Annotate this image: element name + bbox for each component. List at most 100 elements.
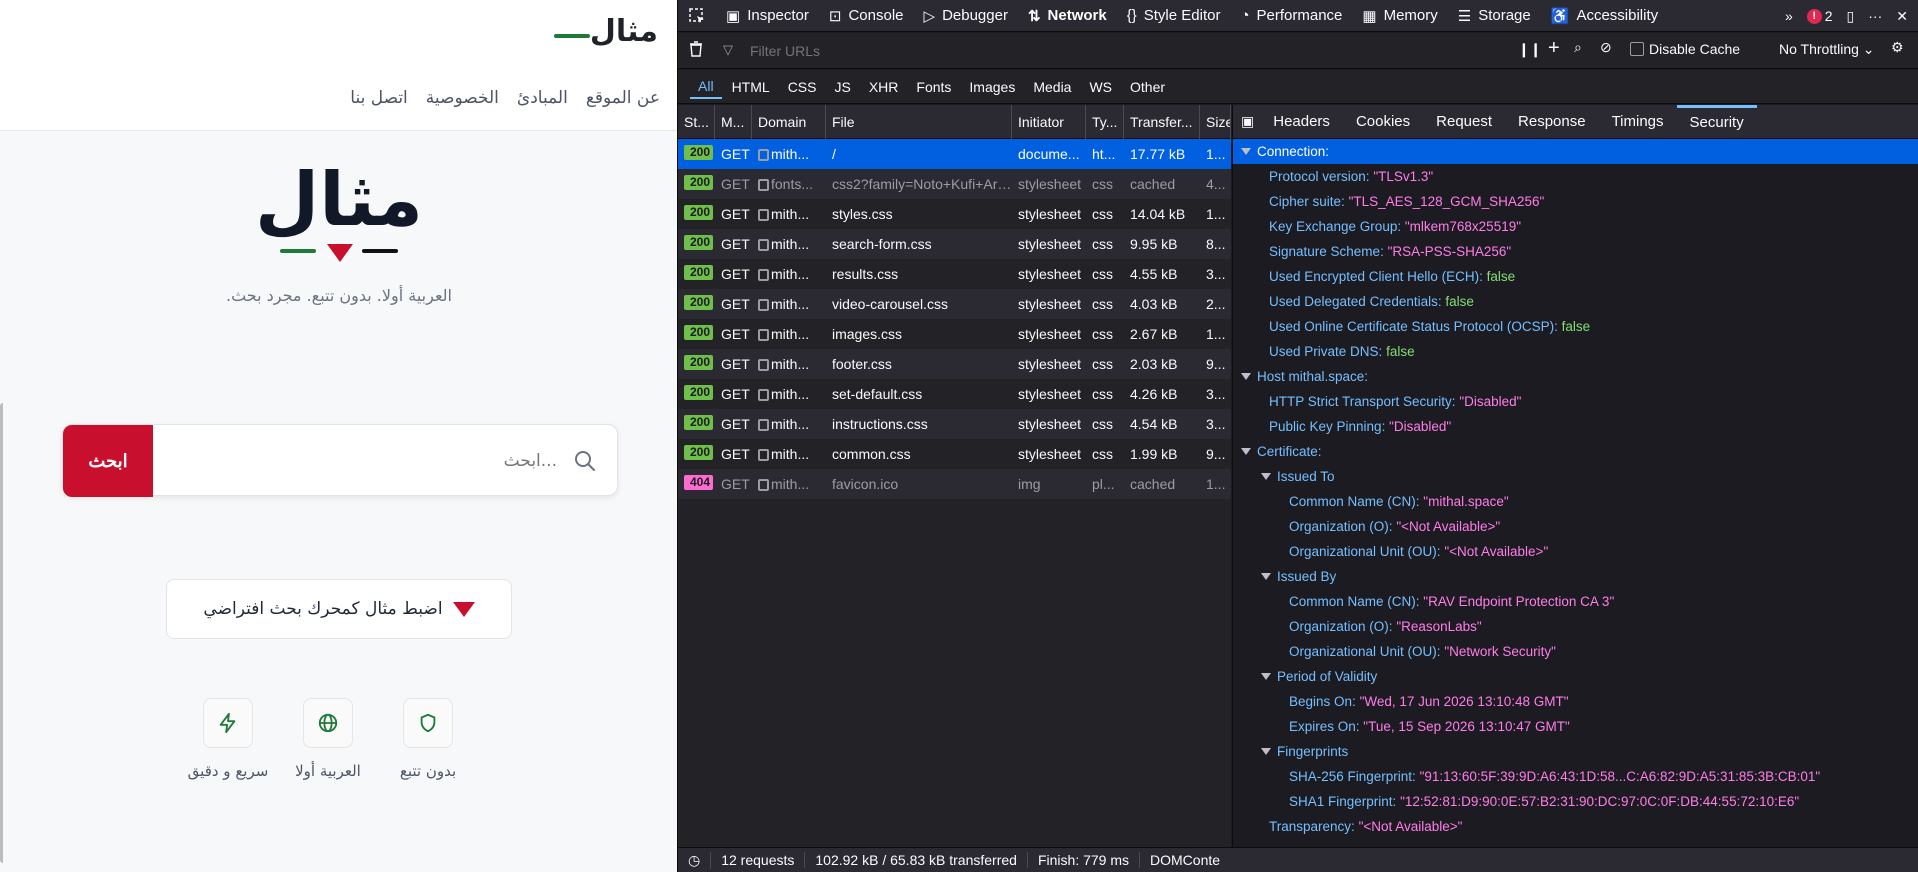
cell-status: 200	[678, 175, 715, 193]
table-row[interactable]: 200 GET mith... / docume... ht... 17.77 kB 1...	[678, 139, 1231, 169]
more-options-icon[interactable]: ···	[1868, 8, 1882, 24]
checkbox[interactable]	[1630, 42, 1644, 56]
tab-network[interactable]: ⇅ Network	[1018, 0, 1117, 32]
cell-transfer: 17.77 kB	[1130, 146, 1186, 162]
responsive-design-icon[interactable]: ▯	[1847, 8, 1855, 25]
col-method[interactable]: M...	[715, 105, 752, 139]
table-row[interactable]: 404 GET mith... favicon.ico img pl... cached 1.…	[678, 469, 1231, 499]
search-button[interactable]: ابحث	[63, 425, 153, 497]
tab-headers[interactable]: Headers	[1260, 105, 1343, 139]
pause-icon[interactable]: ❙❙	[1518, 41, 1541, 58]
tab-style-editor[interactable]: {} Style Editor	[1117, 0, 1231, 32]
cell-domain: mith...	[752, 146, 826, 162]
page-scroll-indicator	[0, 403, 8, 863]
tree-host[interactable]: Host mithal.space:	[1233, 364, 1918, 389]
tree-issued-to[interactable]: Issued To	[1233, 464, 1918, 489]
domain-text: mith...	[771, 296, 810, 312]
filter-media[interactable]: Media	[1025, 76, 1079, 98]
table-row[interactable]: 200 GET mith... results.css stylesheet css 4.5…	[678, 259, 1231, 289]
col-type[interactable]: Ty...	[1086, 105, 1124, 139]
table-row[interactable]: 200 GET fonts... css2?family=Noto+Kufi+Arab…	[678, 169, 1231, 199]
tab-response[interactable]: Response	[1505, 105, 1599, 139]
tab-storage[interactable]: ☰ Storage	[1448, 0, 1541, 32]
filter-images[interactable]: Images	[961, 76, 1023, 98]
col-status[interactable]: St...	[678, 105, 715, 139]
tree-certificate[interactable]: Certificate:	[1233, 439, 1918, 464]
table-row[interactable]: 200 GET mith... search-form.css stylesheet cs…	[678, 229, 1231, 259]
braces-icon: {}	[1126, 7, 1137, 24]
tree-validity[interactable]: Period of Validity	[1233, 664, 1918, 689]
tab-console[interactable]: ⊡ Console	[819, 0, 914, 32]
element-picker-button[interactable]	[678, 0, 716, 32]
disable-cache-toggle[interactable]: Disable Cache	[1630, 41, 1740, 57]
cell-status: 200	[678, 205, 715, 223]
filter-all[interactable]: All	[690, 75, 722, 99]
performance-analysis-icon[interactable]: ◷	[678, 851, 712, 869]
table-row[interactable]: 200 GET mith... set-default.css stylesheet cs…	[678, 379, 1231, 409]
devtools-toolbar: ▣ Inspector ⊡ Console ▷ Debugger ⇅ Network {…	[678, 0, 1918, 32]
cell-type: pl...	[1092, 476, 1115, 492]
tree-connection[interactable]: Connection:	[1233, 139, 1918, 164]
cell-file: search-form.css	[832, 236, 932, 252]
search-input[interactable]	[163, 445, 557, 477]
filter-ws[interactable]: WS	[1081, 76, 1120, 98]
col-domain[interactable]: Domain	[752, 105, 826, 139]
cell-transfer: 1.99 kB	[1130, 446, 1178, 462]
set-default-button[interactable]: اضبط مثال كمحرك بحث افتراضي	[166, 579, 512, 639]
tab-performance[interactable]: ◔ Performance	[1230, 0, 1352, 32]
lock-icon	[758, 479, 769, 491]
table-row[interactable]: 200 GET mith... instructions.css stylesheet c…	[678, 409, 1231, 439]
error-count[interactable]: ! 2	[1806, 8, 1833, 24]
toggle-sidebar-icon[interactable]: ▣	[1241, 113, 1254, 130]
tree-issued-by[interactable]: Issued By	[1233, 564, 1918, 589]
overflow-chevron-icon[interactable]: »	[1785, 8, 1793, 24]
throttling-select[interactable]: No Throttling ⌄	[1779, 41, 1875, 58]
filter-js[interactable]: JS	[826, 76, 858, 98]
nav-privacy[interactable]: الخصوصية	[426, 88, 499, 108]
search-icon[interactable]: ⌕	[1574, 39, 1582, 56]
cell-domain: mith...	[752, 236, 826, 252]
filter-xhr[interactable]: XHR	[861, 76, 907, 98]
table-row[interactable]: 200 GET mith... images.css stylesheet css 2.67…	[678, 319, 1231, 349]
table-row[interactable]: 200 GET mith... video-carousel.css styleshee…	[678, 289, 1231, 319]
col-initiator[interactable]: Initiator	[1012, 105, 1086, 139]
add-icon[interactable]: +	[1548, 37, 1560, 60]
tab-debugger[interactable]: ▷ Debugger	[914, 0, 1018, 32]
tab-timings[interactable]: Timings	[1599, 105, 1677, 139]
search-icon	[573, 449, 597, 477]
table-row[interactable]: 200 GET mith... common.css stylesheet css 1.99…	[678, 439, 1231, 469]
requests-table: St... M... Domain File Initiator Ty... T…	[678, 105, 1231, 847]
nav-about[interactable]: عن الموقع	[586, 88, 660, 108]
close-icon[interactable]: ✕	[1896, 8, 1908, 25]
col-size[interactable]: Size	[1200, 105, 1231, 139]
tab-accessibility[interactable]: ♿ Accessibility	[1541, 0, 1668, 32]
nav-contact[interactable]: اتصل بنا	[350, 88, 408, 108]
tab-memory[interactable]: ▦ Memory	[1352, 0, 1447, 32]
devtools-panel: ▣ Inspector ⊡ Console ▷ Debugger ⇅ Network {…	[678, 0, 1918, 872]
filter-css[interactable]: CSS	[780, 76, 825, 98]
tab-cookies[interactable]: Cookies	[1343, 105, 1423, 139]
cell-size: 3...	[1206, 266, 1226, 282]
tab-request[interactable]: Request	[1423, 105, 1505, 139]
block-icon[interactable]: ⊘	[1600, 39, 1612, 56]
filter-fonts[interactable]: Fonts	[908, 76, 959, 98]
col-file[interactable]: File	[826, 105, 1012, 139]
table-row[interactable]: 200 GET mith... footer.css stylesheet css 2.03…	[678, 349, 1231, 379]
filter-other[interactable]: Other	[1122, 76, 1173, 98]
tab-security[interactable]: Security	[1676, 104, 1757, 139]
col-transferred[interactable]: Transfer...	[1124, 105, 1200, 139]
tree-fingerprints[interactable]: Fingerprints	[1233, 739, 1918, 764]
site-brand[interactable]: مثال	[590, 14, 658, 49]
gear-icon[interactable]: ⚙	[1891, 39, 1904, 56]
filter-urls-input[interactable]	[718, 36, 1318, 66]
table-row[interactable]: 200 GET mith... styles.css stylesheet css 14.0…	[678, 199, 1231, 229]
tab-inspector[interactable]: ▣ Inspector	[716, 0, 819, 32]
filter-html[interactable]: HTML	[724, 76, 778, 98]
nav-principles[interactable]: المبادئ	[517, 88, 568, 108]
tree-row: SHA-256 Fingerprint: "91:13:60:5F:39:9D:…	[1289, 769, 1821, 784]
cell-initiator: stylesheet	[1018, 206, 1082, 222]
tree-row: SHA1 Fingerprint: "12:52:81:D9:90:0E:57:…	[1289, 794, 1800, 809]
tree-row: Expires On: "Tue, 15 Sep 2026 13:10:47 G…	[1289, 719, 1570, 734]
cell-method: GET	[721, 296, 750, 312]
trash-icon[interactable]	[688, 40, 704, 61]
